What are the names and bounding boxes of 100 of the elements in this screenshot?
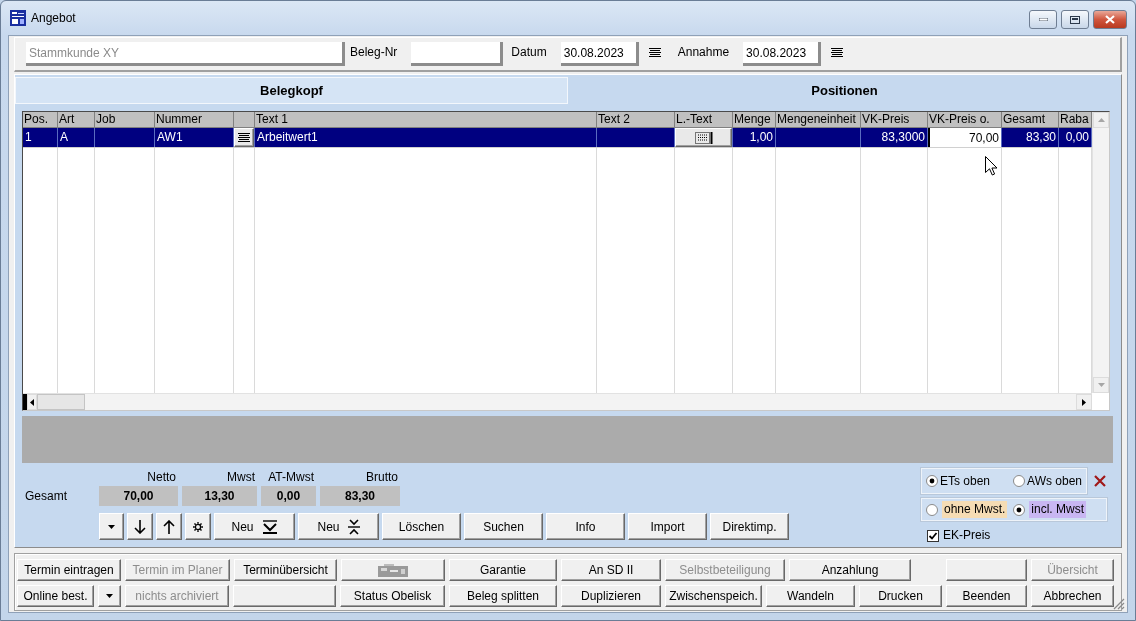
date-field[interactable]: 30.08.2023 (743, 42, 822, 66)
triangle-up-icon (1097, 118, 1105, 122)
action-button[interactable]: An SD II (561, 559, 661, 581)
close-icon[interactable] (1094, 475, 1106, 487)
date-field[interactable]: 30.08.2023 (560, 42, 639, 66)
scroll-thumb[interactable] (37, 394, 85, 410)
action-button[interactable]: Beleg splitten (449, 585, 557, 607)
column-header: Menge (733, 112, 776, 127)
total-value: 13,30 (182, 486, 257, 506)
triangle-right-icon (1082, 398, 1086, 406)
total-caption: Netto (146, 470, 177, 484)
resize-grip-icon[interactable] (1113, 598, 1125, 610)
table-row[interactable]: 1 A AW1 Arbeitwert1 1,00 83,3000 70,00 83,30 0,00 (23, 128, 1092, 148)
table-cell-text: A (59, 129, 69, 146)
action-button[interactable]: Abbrechen (1031, 585, 1114, 607)
cell-input[interactable]: 70,00 (928, 128, 1001, 147)
smudge-icon (378, 563, 408, 577)
chevron-bar-icon (261, 519, 278, 534)
triangle-down-icon (1097, 383, 1105, 387)
tool-button[interactable]: Import (628, 513, 707, 540)
customer-field[interactable]: Stammkunde XY (26, 42, 345, 66)
mouse-pointer-icon (985, 156, 998, 176)
radio-label[interactable]: ETs oben (940, 472, 991, 490)
new-button[interactable]: Neu (298, 513, 379, 540)
horizontal-scrollbar[interactable] (23, 393, 1092, 410)
radio-button[interactable] (926, 475, 938, 487)
lines-icon[interactable] (831, 48, 844, 58)
column-header: Nummer (155, 112, 234, 127)
radio-label[interactable]: incl. Mwst (1029, 501, 1087, 518)
tool-button[interactable]: Direktimp. (710, 513, 789, 540)
notes-button[interactable] (675, 128, 732, 147)
action-button[interactable]: Termin eintragen (17, 559, 121, 581)
maximize-icon (1070, 15, 1080, 24)
action-button[interactable]: Zwischenspeich. (665, 585, 762, 607)
totals-label: Gesamt (24, 489, 68, 503)
lines-icon[interactable] (648, 48, 661, 58)
arrow-up-icon (163, 519, 175, 534)
tool-button[interactable]: Info (546, 513, 625, 540)
scroll-right-button[interactable] (1076, 394, 1092, 410)
column-header: Text 1 (255, 112, 597, 127)
total-value: 0,00 (261, 486, 316, 506)
column-header: Art (58, 112, 95, 127)
radio-label[interactable]: ohne Mwst. (942, 501, 1008, 518)
total-caption: Brutto (365, 470, 399, 484)
tool-button[interactable]: Löschen (382, 513, 461, 540)
tool-button[interactable]: Suchen (464, 513, 543, 540)
action-button[interactable]: Terminübersicht (234, 559, 337, 581)
arrow-down-icon (134, 519, 146, 534)
dropdown-button[interactable] (99, 513, 124, 540)
tool-button[interactable] (127, 513, 153, 540)
checkbox[interactable] (927, 529, 939, 542)
action-button[interactable]: Wandeln (766, 585, 855, 607)
radio-label[interactable]: AWs oben (1027, 472, 1082, 490)
column-header: Pos. (23, 112, 58, 127)
new-button[interactable]: Neu (214, 513, 295, 540)
checkbox-label[interactable]: EK-Preis (943, 527, 991, 544)
image-button[interactable] (341, 559, 445, 581)
list-button[interactable] (234, 128, 254, 147)
window-title: Angebot (31, 11, 76, 25)
dropdown-button[interactable] (98, 585, 121, 607)
action-button[interactable]: Status Obelisk (340, 585, 445, 607)
minimize-icon (1038, 18, 1048, 21)
radio-button[interactable] (1013, 475, 1026, 487)
minimize-button[interactable] (1029, 10, 1057, 29)
radio-button[interactable] (926, 503, 938, 516)
blank-button[interactable] (233, 585, 336, 607)
total-caption: Mwst (226, 470, 256, 484)
scroll-left-button[interactable] (27, 394, 37, 410)
app-icon (10, 10, 26, 26)
maximize-button[interactable] (1061, 10, 1089, 29)
notes-icon (694, 131, 713, 144)
column-header: Job (95, 112, 155, 127)
action-button[interactable]: Online best. (17, 585, 94, 607)
lines-icon (238, 132, 250, 143)
table-cell-text: 0,00 (1064, 129, 1090, 146)
radio-button[interactable] (1013, 503, 1026, 516)
close-button[interactable] (1093, 10, 1127, 29)
caret-down-icon (108, 524, 115, 529)
action-button[interactable]: Garantie (449, 559, 557, 581)
total-value: 70,00 (99, 486, 178, 506)
column-header: VK-Preis o. (928, 112, 1002, 127)
action-button[interactable]: Anzahlung (789, 559, 911, 581)
column-header: Mengeneinheit (776, 112, 861, 127)
tab[interactable]: Positionen (568, 77, 1121, 104)
column-header: VK-Preis (861, 112, 928, 127)
tab[interactable]: Belegkopf (15, 77, 568, 104)
action-button[interactable]: Duplizieren (561, 585, 661, 607)
table-cell-text: 1,00 (748, 129, 774, 146)
action-button[interactable]: Beenden (946, 585, 1027, 607)
text-field[interactable] (411, 42, 504, 66)
column-header: Gesamt (1002, 112, 1059, 127)
tool-button[interactable] (156, 513, 182, 540)
action-button[interactable]: Drucken (859, 585, 942, 607)
blank-button[interactable] (946, 559, 1027, 581)
chevrons-line-icon (347, 518, 360, 535)
tool-button[interactable] (185, 513, 211, 540)
table-cell-text: 1 (24, 129, 33, 146)
caret-down-icon (106, 594, 113, 598)
total-caption: AT-Mwst (267, 470, 315, 484)
frozen-column-bar (23, 394, 27, 410)
